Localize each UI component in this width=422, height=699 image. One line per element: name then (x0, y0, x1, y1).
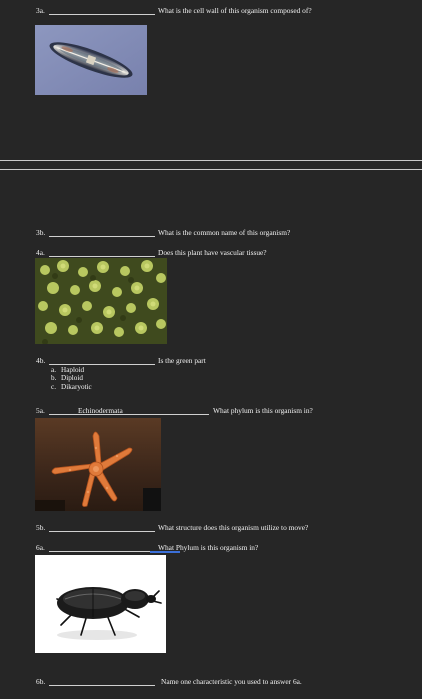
question-3a: 3a. What is the cell wall of this organi… (0, 6, 422, 16)
question-text: What structure does this organism utiliz… (158, 523, 309, 532)
section-divider (0, 169, 422, 170)
question-6b: 6b. Name one characteristic you used to … (0, 677, 422, 687)
question-number: 6a. (36, 543, 45, 552)
section-divider (0, 160, 422, 161)
diatom-image (35, 25, 147, 95)
question-text: What phylum is this organism in? (213, 406, 313, 415)
question-4b: 4b. Is the green part (0, 356, 422, 366)
question-text: What is the common name of this organism… (158, 228, 291, 237)
answer-blank-4b[interactable] (49, 364, 155, 365)
beetle-image (35, 555, 166, 653)
answer-blank-3a[interactable] (49, 14, 155, 15)
moss-image (35, 258, 167, 344)
answer-blank-3b[interactable] (49, 236, 155, 237)
question-text: Name one characteristic you used to answ… (161, 677, 302, 686)
question-number: 5b. (36, 523, 46, 532)
question-text: Does this plant have vascular tissue? (158, 248, 267, 257)
option-haploid[interactable]: a. Haploid (51, 366, 92, 374)
answer-blank-6b[interactable] (49, 685, 155, 686)
answer-text-5a[interactable]: Echinodermata (78, 406, 123, 415)
question-number: 6b. (36, 677, 46, 686)
question-3b: 3b. What is the common name of this orga… (0, 228, 422, 238)
question-number: 4a. (36, 248, 45, 257)
answer-blank-5b[interactable] (49, 531, 155, 532)
answer-blank-6a[interactable] (49, 551, 155, 552)
question-text: Is the green part (158, 356, 206, 365)
question-5a: 5a. Echinodermata What phylum is this or… (0, 406, 422, 416)
question-number: 3b. (36, 228, 46, 237)
option-dikaryotic[interactable]: c. Dikaryotic (51, 383, 92, 391)
answer-blank-5a[interactable] (49, 414, 209, 415)
question-6a: 6a. What Phylum is this organism in? (0, 543, 422, 553)
starfish-image (35, 418, 161, 511)
answer-blank-4a[interactable] (49, 256, 155, 257)
question-text: What Phylum is this organism in? (158, 543, 259, 552)
question-5b: 5b. What structure does this organism ut… (0, 523, 422, 533)
question-number: 3a. (36, 6, 45, 15)
question-4a: 4a. Does this plant have vascular tissue… (0, 248, 422, 258)
answer-options-4b: a. Haploid b. Diploid c. Dikaryotic (51, 366, 92, 391)
question-number: 4b. (36, 356, 46, 365)
question-text: What is the cell wall of this organism c… (158, 6, 312, 15)
option-diploid[interactable]: b. Diploid (51, 374, 92, 382)
question-number: 5a. (36, 406, 45, 415)
